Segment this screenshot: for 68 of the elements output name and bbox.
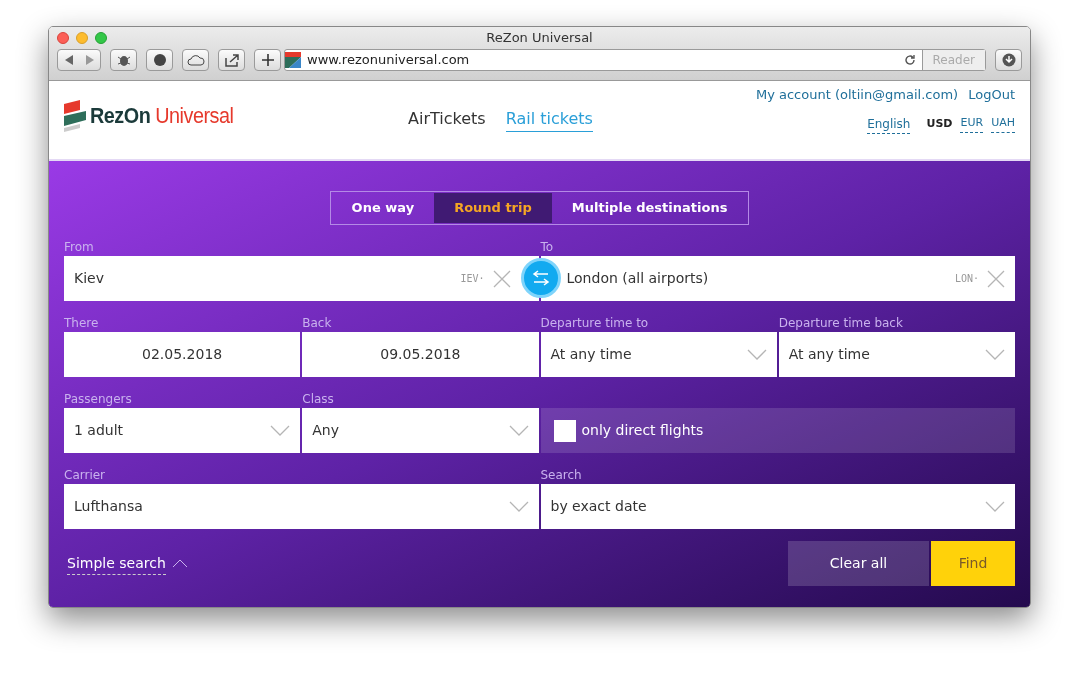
- share-icon: [223, 53, 240, 67]
- select-field[interactable]: by exact date: [540, 484, 1015, 529]
- field-label: Carrier: [64, 467, 107, 484]
- currency-link[interactable]: UAH: [991, 115, 1015, 133]
- find-button[interactable]: Find: [931, 541, 1015, 586]
- trip-type-tab[interactable]: Multiple destinations: [551, 193, 748, 223]
- field-label: There: [64, 315, 100, 332]
- record-button[interactable]: [146, 49, 173, 71]
- field-label: Search: [540, 467, 583, 484]
- downloads-button[interactable]: [995, 49, 1022, 71]
- forward-icon: [85, 55, 94, 65]
- account-link[interactable]: My account (oltiin@gmail.com): [755, 85, 959, 105]
- zoom-window-icon[interactable]: [95, 32, 107, 44]
- checkbox[interactable]: [553, 419, 576, 442]
- address-bar[interactable]: www.rezonuniversal.com Reader: [284, 49, 986, 71]
- logo-icon: [64, 99, 86, 132]
- simple-search-link[interactable]: Simple search: [67, 552, 166, 575]
- field-label: Back: [302, 315, 333, 332]
- field-label: Departure time back: [778, 315, 904, 332]
- logo-text: RezOn Universal: [90, 102, 234, 130]
- share-button[interactable]: [218, 49, 245, 71]
- select-field[interactable]: 1 adult: [64, 408, 301, 453]
- reload-icon[interactable]: [903, 54, 916, 66]
- chevron-down-icon: [508, 425, 529, 436]
- back-forward-button[interactable]: [57, 49, 101, 71]
- chevron-down-icon: [270, 425, 291, 436]
- select-field[interactable]: At any time: [778, 332, 1015, 377]
- bug-icon: [116, 53, 131, 67]
- select-field[interactable]: Any: [302, 408, 539, 453]
- new-tab-button[interactable]: [254, 49, 281, 71]
- plus-icon: [261, 54, 274, 66]
- cloud-button[interactable]: [182, 49, 209, 71]
- date-field[interactable]: 02.05.2018: [64, 332, 301, 377]
- circle-icon: [152, 53, 167, 67]
- nav-link[interactable]: AirTickets: [408, 107, 486, 132]
- chevron-down-icon: [508, 501, 529, 512]
- select-field[interactable]: At any time: [540, 332, 777, 377]
- download-icon: [1001, 53, 1016, 67]
- window-title: ReZon Universal: [486, 29, 593, 48]
- currency-link[interactable]: USD: [926, 115, 953, 133]
- field-label: Class: [302, 391, 335, 408]
- trip-type-tab[interactable]: One way: [331, 193, 435, 223]
- airport-code: IEV·: [460, 272, 485, 286]
- back-icon: [64, 55, 73, 65]
- airport-code: LON·: [954, 272, 979, 286]
- airport-field[interactable]: Kiev IEV·: [64, 256, 539, 301]
- site-favicon-icon: [285, 52, 301, 68]
- airport-field[interactable]: London (all airports) LON·: [540, 256, 1015, 301]
- field-label: From: [64, 239, 95, 256]
- checkbox-label[interactable]: only direct flights: [581, 420, 704, 441]
- swap-arrows-icon: [532, 270, 550, 286]
- trip-type-tab[interactable]: Round trip: [434, 193, 552, 223]
- field-label: Passengers: [64, 391, 133, 408]
- close-window-icon[interactable]: [57, 32, 69, 44]
- currency-link[interactable]: EUR: [960, 115, 984, 133]
- chevron-down-icon: [985, 501, 1005, 512]
- date-field[interactable]: 09.05.2018: [302, 332, 539, 377]
- field-label: To: [540, 239, 555, 256]
- logout-link[interactable]: LogOut: [968, 85, 1015, 105]
- clear-all-button[interactable]: Clear all: [788, 541, 929, 586]
- select-field[interactable]: Lufthansa: [64, 484, 539, 529]
- field-label: Departure time to: [540, 315, 650, 332]
- chevron-down-icon: [746, 349, 767, 360]
- chevron-down-icon: [985, 349, 1005, 360]
- cloud-icon: [186, 54, 205, 66]
- bug-button[interactable]: [110, 49, 137, 71]
- caret-up-icon[interactable]: [171, 559, 188, 568]
- language-link[interactable]: English: [867, 114, 911, 134]
